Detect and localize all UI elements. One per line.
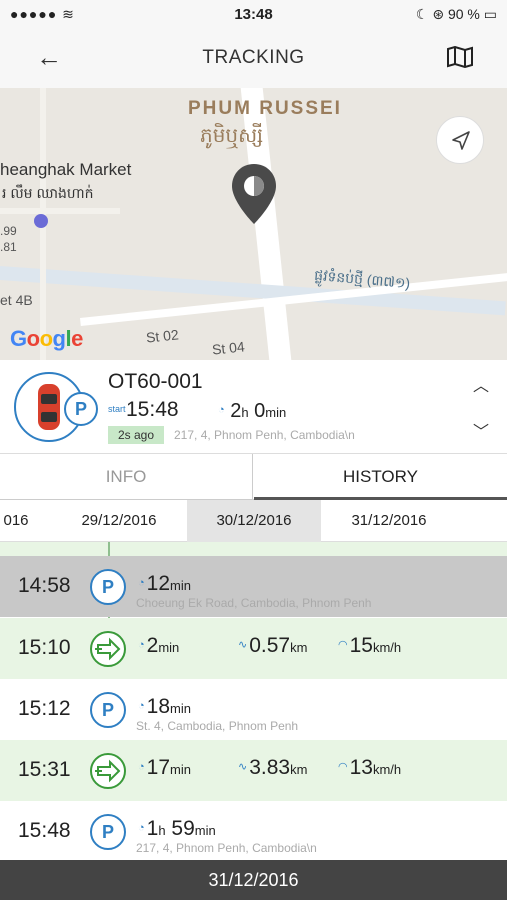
clock-icon: ◔ <box>138 639 145 651</box>
map-district-label: PHUM RUSSEI <box>188 98 342 119</box>
map-district-label-kh: ភូមិឬស្សី <box>200 125 264 147</box>
clock-icon: ◔ <box>138 577 145 589</box>
date-item[interactable]: 016 <box>0 500 36 542</box>
clock-icon: ◔ <box>138 761 145 773</box>
moving-arrow-icon <box>90 753 126 789</box>
history-row-park[interactable]: 15:48 P ◔1h 59min 217, 4, Phnom Penh, Ca… <box>0 801 507 860</box>
map-poi-label: .81 <box>0 240 17 254</box>
history-timeline: 14:58 P ◔12min Choeung Ek Road, Cambodia… <box>0 542 507 860</box>
row-address: 217, 4, Phnom Penh, Cambodia\n <box>136 841 317 855</box>
status-bar: ●●●●● ≋ 13:48 ☾ ⊛ 90 % ▭ <box>0 0 507 30</box>
chevron-down-icon[interactable]: ﹀ <box>473 418 489 442</box>
history-row-park[interactable]: 15:12 P ◔18min St. 4, Cambodia, Phnom Pe… <box>0 679 507 740</box>
map-street-label: et 4B <box>0 292 33 308</box>
date-item-selected[interactable]: 30/12/2016 <box>187 500 321 542</box>
date-item[interactable]: 31/12/2016 <box>322 500 456 542</box>
current-date-footer: 31/12/2016 <box>0 860 507 900</box>
row-duration: ◔1h 59min <box>138 817 216 840</box>
row-distance: ∿3.83km <box>238 756 308 779</box>
map-market-label-kh: រ លឹម ឈាងហាក់ <box>2 185 94 201</box>
start-time: 15:48 <box>126 398 179 421</box>
speed-icon: ◠ <box>338 639 348 651</box>
parked-duration: ◔ 2h 0min <box>218 400 287 422</box>
history-row-park[interactable]: 14:58 P ◔12min Choeung Ek Road, Cambodia… <box>0 556 507 617</box>
speed-icon: ◠ <box>338 761 348 773</box>
row-speed: ◠15km/h <box>338 634 402 657</box>
location-pin-icon[interactable] <box>230 162 278 226</box>
row-speed: ◠13km/h <box>338 756 402 779</box>
parking-icon: P <box>90 569 126 605</box>
distance-icon: ∿ <box>238 761 248 773</box>
google-logo: Google <box>10 326 83 351</box>
tab-bar: INFO HISTORY <box>0 454 507 500</box>
row-time: 15:48 <box>18 819 71 842</box>
history-row-move[interactable]: 15:10 ◔2min ∿0.57km ◠15km/h <box>0 618 507 679</box>
tab-info[interactable]: INFO <box>0 454 253 500</box>
clock-icon: ◔ <box>218 404 225 416</box>
locate-button[interactable] <box>436 116 484 164</box>
row-duration: ◔17min <box>138 756 191 779</box>
vehicle-address: 217, 4, Phnom Penh, Cambodia\n <box>174 428 355 442</box>
page-title: TRACKING <box>202 47 305 68</box>
navigate-arrow-icon <box>452 131 470 150</box>
vehicle-card[interactable]: P OT60-001 start 15:48 ◔ 2h 0min 2s ago … <box>0 360 507 454</box>
map-market-label: heanghak Market <box>0 160 132 179</box>
row-time: 15:10 <box>18 636 71 659</box>
clock-icon: ◔ <box>138 700 145 712</box>
row-address: Choeung Ek Road, Cambodia, Phnom Penh <box>136 596 372 610</box>
parked-status-icon: P <box>64 392 98 426</box>
row-time: 15:31 <box>18 758 71 781</box>
battery-indicator: ☾ ⊛ 90 % ▭ <box>415 6 497 22</box>
parking-icon: P <box>90 814 126 850</box>
shop-marker-icon[interactable] <box>34 214 48 228</box>
distance-icon: ∿ <box>238 639 248 651</box>
map-poi-label: .99 <box>0 224 17 238</box>
row-duration: ◔12min <box>138 572 191 595</box>
nav-bar: ← TRACKING <box>0 30 507 88</box>
row-distance: ∿0.57km <box>238 634 308 657</box>
moving-arrow-icon <box>90 631 126 667</box>
last-update-badge: 2s ago <box>108 426 165 444</box>
clock-icon: ◔ <box>138 822 145 834</box>
row-time: 14:58 <box>18 574 71 597</box>
parking-icon: P <box>90 692 126 728</box>
map-view[interactable]: PHUM RUSSEI ភូមិឬស្សី heanghak Market រ … <box>0 88 507 360</box>
history-row-move[interactable]: 15:31 ◔17min ∿3.83km ◠13km/h <box>0 740 507 801</box>
row-time: 15:12 <box>18 697 71 720</box>
map-street-label: St 04 <box>211 338 246 358</box>
map-view-icon[interactable] <box>447 46 473 68</box>
row-address: St. 4, Cambodia, Phnom Penh <box>136 719 299 733</box>
start-label: start <box>108 404 126 414</box>
row-duration: ◔18min <box>138 695 191 718</box>
chevron-up-icon[interactable]: ︿ <box>473 372 489 396</box>
tab-history[interactable]: HISTORY <box>254 454 507 500</box>
row-duration: ◔2min <box>138 634 180 657</box>
date-item[interactable]: 29/12/2016 <box>52 500 186 542</box>
map-street-label: St 02 <box>145 326 180 346</box>
date-strip: 016 29/12/2016 30/12/2016 31/12/2016 <box>0 500 507 542</box>
vehicle-name: OT60-001 <box>108 370 203 393</box>
